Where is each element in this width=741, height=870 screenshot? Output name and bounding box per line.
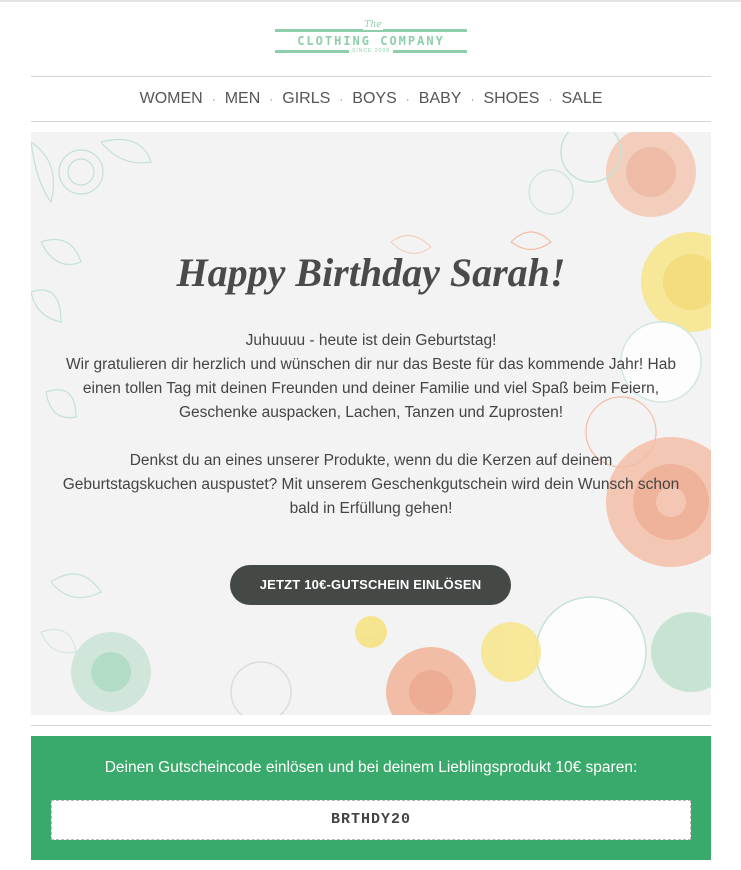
nav-separator: · [269, 92, 274, 106]
nav-item-women[interactable]: WOMEN [140, 84, 203, 114]
voucher-teaser: Denkst du an eines unserer Produkte, wen… [45, 449, 697, 521]
logo-name: CLOTHING COMPANY [297, 34, 445, 48]
nav-item-men[interactable]: MEN [225, 84, 261, 114]
brand-logo[interactable]: The CLOTHING COMPANY SINCE 2008 [275, 20, 467, 58]
message-line: Juhuuuu - heute ist dein Geburtstag! [245, 332, 497, 349]
message-line: Geschenke auspacken, Lachen, Tanzen und … [178, 404, 564, 421]
nav-item-sale[interactable]: SALE [561, 84, 602, 114]
top-divider [0, 0, 741, 2]
voucher-code[interactable]: BRTHDY20 [51, 800, 691, 840]
main-nav: WOMEN · MEN · GIRLS · BOYS · BABY · SHOE… [31, 84, 711, 114]
nav-separator: · [339, 92, 344, 106]
hero-title: Happy Birthday Sarah! [176, 250, 566, 295]
redeem-voucher-button[interactable]: JETZT 10€-GUTSCHEIN EINLÖSEN [230, 565, 511, 605]
logo-the: The [363, 20, 383, 30]
nav-separator: · [405, 92, 410, 106]
nav-separator: · [470, 92, 475, 106]
nav-item-boys[interactable]: BOYS [352, 84, 396, 114]
nav-bottom-rule [31, 121, 711, 122]
nav-item-shoes[interactable]: SHOES [483, 84, 539, 114]
message-line: einen tollen Tag mit deinen Freunden und… [82, 380, 660, 397]
nav-separator: · [548, 92, 553, 106]
birthday-message: Juhuuuu - heute ist dein Geburtstag! Wir… [45, 329, 697, 425]
nav-item-baby[interactable]: BABY [419, 84, 462, 114]
nav-separator: · [211, 92, 216, 106]
message-line: Denkst du an eines unserer Produkte, wen… [129, 452, 613, 469]
nav-top-rule [31, 76, 711, 77]
voucher-top-rule [31, 725, 711, 726]
logo-since: SINCE 2008 [349, 48, 393, 55]
message-line: Geburtstagskuchen auspustet? Mit unserem… [62, 476, 680, 493]
nav-item-girls[interactable]: GIRLS [282, 84, 330, 114]
message-line: bald in Erfüllung gehen! [289, 500, 453, 517]
birthday-hero: Happy Birthday Sarah! Juhuuuu - heute is… [31, 132, 711, 715]
voucher-instructions: Deinen Gutscheincode einlösen und bei de… [104, 759, 638, 776]
voucher-section: Deinen Gutscheincode einlösen und bei de… [31, 736, 711, 860]
message-line: Wir gratulieren dir herzlich und wünsche… [66, 356, 676, 373]
